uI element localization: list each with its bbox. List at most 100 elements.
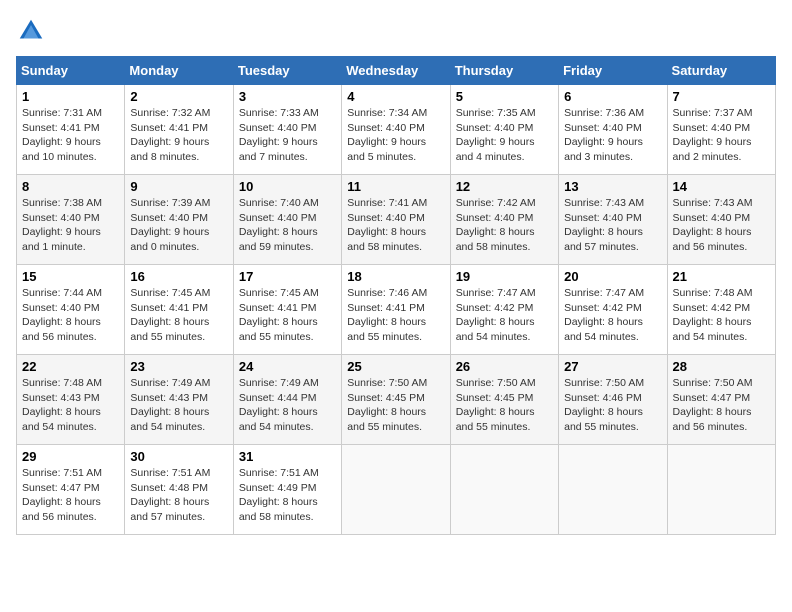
day-info: Sunrise: 7:39 AM Sunset: 4:40 PM Dayligh… [130,196,227,255]
calendar-cell [667,445,775,535]
day-number: 4 [347,89,444,104]
header [16,16,776,46]
day-header-saturday: Saturday [667,57,775,85]
day-info: Sunrise: 7:36 AM Sunset: 4:40 PM Dayligh… [564,106,661,165]
calendar-cell: 29 Sunrise: 7:51 AM Sunset: 4:47 PM Dayl… [17,445,125,535]
calendar-cell [342,445,450,535]
calendar-cell: 9 Sunrise: 7:39 AM Sunset: 4:40 PM Dayli… [125,175,233,265]
day-info: Sunrise: 7:42 AM Sunset: 4:40 PM Dayligh… [456,196,553,255]
day-number: 17 [239,269,336,284]
calendar-cell: 26 Sunrise: 7:50 AM Sunset: 4:45 PM Dayl… [450,355,558,445]
week-row-5: 29 Sunrise: 7:51 AM Sunset: 4:47 PM Dayl… [17,445,776,535]
day-number: 9 [130,179,227,194]
week-row-2: 8 Sunrise: 7:38 AM Sunset: 4:40 PM Dayli… [17,175,776,265]
day-info: Sunrise: 7:45 AM Sunset: 4:41 PM Dayligh… [239,286,336,345]
calendar-cell: 3 Sunrise: 7:33 AM Sunset: 4:40 PM Dayli… [233,85,341,175]
week-row-4: 22 Sunrise: 7:48 AM Sunset: 4:43 PM Dayl… [17,355,776,445]
day-number: 20 [564,269,661,284]
week-row-3: 15 Sunrise: 7:44 AM Sunset: 4:40 PM Dayl… [17,265,776,355]
calendar-cell: 5 Sunrise: 7:35 AM Sunset: 4:40 PM Dayli… [450,85,558,175]
day-number: 31 [239,449,336,464]
day-info: Sunrise: 7:49 AM Sunset: 4:43 PM Dayligh… [130,376,227,435]
day-header-friday: Friday [559,57,667,85]
day-number: 14 [673,179,770,194]
day-number: 8 [22,179,119,194]
day-info: Sunrise: 7:47 AM Sunset: 4:42 PM Dayligh… [456,286,553,345]
day-number: 16 [130,269,227,284]
calendar-cell: 19 Sunrise: 7:47 AM Sunset: 4:42 PM Dayl… [450,265,558,355]
calendar-cell: 10 Sunrise: 7:40 AM Sunset: 4:40 PM Dayl… [233,175,341,265]
day-number: 28 [673,359,770,374]
day-header-monday: Monday [125,57,233,85]
day-info: Sunrise: 7:50 AM Sunset: 4:45 PM Dayligh… [347,376,444,435]
calendar-cell: 20 Sunrise: 7:47 AM Sunset: 4:42 PM Dayl… [559,265,667,355]
day-number: 30 [130,449,227,464]
calendar-cell: 6 Sunrise: 7:36 AM Sunset: 4:40 PM Dayli… [559,85,667,175]
calendar-cell: 1 Sunrise: 7:31 AM Sunset: 4:41 PM Dayli… [17,85,125,175]
day-info: Sunrise: 7:38 AM Sunset: 4:40 PM Dayligh… [22,196,119,255]
day-info: Sunrise: 7:34 AM Sunset: 4:40 PM Dayligh… [347,106,444,165]
calendar-cell: 17 Sunrise: 7:45 AM Sunset: 4:41 PM Dayl… [233,265,341,355]
calendar-cell: 16 Sunrise: 7:45 AM Sunset: 4:41 PM Dayl… [125,265,233,355]
day-number: 22 [22,359,119,374]
calendar-cell: 28 Sunrise: 7:50 AM Sunset: 4:47 PM Dayl… [667,355,775,445]
day-info: Sunrise: 7:43 AM Sunset: 4:40 PM Dayligh… [673,196,770,255]
day-number: 12 [456,179,553,194]
day-info: Sunrise: 7:50 AM Sunset: 4:45 PM Dayligh… [456,376,553,435]
day-number: 10 [239,179,336,194]
day-info: Sunrise: 7:48 AM Sunset: 4:42 PM Dayligh… [673,286,770,345]
day-info: Sunrise: 7:45 AM Sunset: 4:41 PM Dayligh… [130,286,227,345]
day-number: 11 [347,179,444,194]
logo-icon [16,16,46,46]
day-number: 23 [130,359,227,374]
day-number: 13 [564,179,661,194]
calendar-cell: 18 Sunrise: 7:46 AM Sunset: 4:41 PM Dayl… [342,265,450,355]
day-number: 27 [564,359,661,374]
day-header-wednesday: Wednesday [342,57,450,85]
day-info: Sunrise: 7:48 AM Sunset: 4:43 PM Dayligh… [22,376,119,435]
day-number: 24 [239,359,336,374]
calendar-cell: 22 Sunrise: 7:48 AM Sunset: 4:43 PM Dayl… [17,355,125,445]
calendar-cell [559,445,667,535]
calendar-cell: 2 Sunrise: 7:32 AM Sunset: 4:41 PM Dayli… [125,85,233,175]
day-info: Sunrise: 7:33 AM Sunset: 4:40 PM Dayligh… [239,106,336,165]
calendar-cell: 31 Sunrise: 7:51 AM Sunset: 4:49 PM Dayl… [233,445,341,535]
calendar-cell: 21 Sunrise: 7:48 AM Sunset: 4:42 PM Dayl… [667,265,775,355]
day-number: 5 [456,89,553,104]
day-info: Sunrise: 7:40 AM Sunset: 4:40 PM Dayligh… [239,196,336,255]
calendar-cell: 14 Sunrise: 7:43 AM Sunset: 4:40 PM Dayl… [667,175,775,265]
day-number: 18 [347,269,444,284]
day-number: 29 [22,449,119,464]
day-number: 6 [564,89,661,104]
day-info: Sunrise: 7:46 AM Sunset: 4:41 PM Dayligh… [347,286,444,345]
calendar-cell: 11 Sunrise: 7:41 AM Sunset: 4:40 PM Dayl… [342,175,450,265]
day-info: Sunrise: 7:41 AM Sunset: 4:40 PM Dayligh… [347,196,444,255]
calendar-cell: 8 Sunrise: 7:38 AM Sunset: 4:40 PM Dayli… [17,175,125,265]
day-number: 26 [456,359,553,374]
day-info: Sunrise: 7:37 AM Sunset: 4:40 PM Dayligh… [673,106,770,165]
day-number: 2 [130,89,227,104]
day-number: 25 [347,359,444,374]
day-number: 21 [673,269,770,284]
day-info: Sunrise: 7:49 AM Sunset: 4:44 PM Dayligh… [239,376,336,435]
calendar-cell: 24 Sunrise: 7:49 AM Sunset: 4:44 PM Dayl… [233,355,341,445]
calendar-cell: 25 Sunrise: 7:50 AM Sunset: 4:45 PM Dayl… [342,355,450,445]
day-number: 15 [22,269,119,284]
calendar-cell: 12 Sunrise: 7:42 AM Sunset: 4:40 PM Dayl… [450,175,558,265]
day-number: 7 [673,89,770,104]
day-info: Sunrise: 7:35 AM Sunset: 4:40 PM Dayligh… [456,106,553,165]
calendar: SundayMondayTuesdayWednesdayThursdayFrid… [16,56,776,535]
calendar-cell [450,445,558,535]
calendar-cell: 7 Sunrise: 7:37 AM Sunset: 4:40 PM Dayli… [667,85,775,175]
day-info: Sunrise: 7:43 AM Sunset: 4:40 PM Dayligh… [564,196,661,255]
calendar-cell: 27 Sunrise: 7:50 AM Sunset: 4:46 PM Dayl… [559,355,667,445]
calendar-cell: 15 Sunrise: 7:44 AM Sunset: 4:40 PM Dayl… [17,265,125,355]
day-info: Sunrise: 7:51 AM Sunset: 4:49 PM Dayligh… [239,466,336,525]
day-number: 1 [22,89,119,104]
day-number: 19 [456,269,553,284]
week-row-1: 1 Sunrise: 7:31 AM Sunset: 4:41 PM Dayli… [17,85,776,175]
day-info: Sunrise: 7:44 AM Sunset: 4:40 PM Dayligh… [22,286,119,345]
day-info: Sunrise: 7:47 AM Sunset: 4:42 PM Dayligh… [564,286,661,345]
day-header-tuesday: Tuesday [233,57,341,85]
day-info: Sunrise: 7:31 AM Sunset: 4:41 PM Dayligh… [22,106,119,165]
